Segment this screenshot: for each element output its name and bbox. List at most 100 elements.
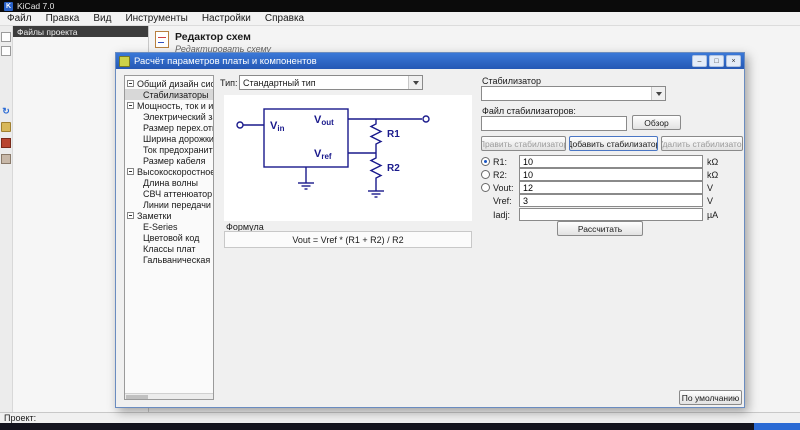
collapse-icon[interactable] bbox=[127, 80, 134, 87]
add-regulator-button[interactable]: Добавить стабилизатор bbox=[569, 136, 658, 151]
r1-input[interactable] bbox=[519, 155, 703, 168]
calculate-button[interactable]: Рассчитать bbox=[557, 221, 643, 236]
calculator-tree: Общий дизайн системы Стабилизаторы Мощно… bbox=[124, 75, 214, 400]
r2-radio[interactable] bbox=[481, 170, 490, 179]
ground-symbol bbox=[298, 183, 314, 189]
dialog-window-controls: – □ × bbox=[692, 55, 741, 67]
chevron-down-icon bbox=[651, 87, 665, 100]
tree-category-high-speed[interactable]: Высокоскоростное bbox=[125, 166, 213, 177]
ground-symbol-r2 bbox=[368, 191, 384, 197]
tree-item-fusing-current[interactable]: Ток предохранителя bbox=[125, 144, 213, 155]
menu-help[interactable]: Справка bbox=[258, 12, 311, 25]
vref-label: Vref bbox=[314, 148, 332, 161]
r1-resistor-symbol bbox=[371, 119, 381, 153]
tree-item-wavelength[interactable]: Длина волны bbox=[125, 177, 213, 188]
archive-project-icon[interactable] bbox=[1, 138, 11, 148]
regulator-type-combo[interactable]: Стандартный тип bbox=[239, 75, 423, 90]
browse-button[interactable]: Обзор bbox=[632, 115, 681, 130]
tree-item-cable-size[interactable]: Размер кабеля bbox=[125, 155, 213, 166]
tree-item-color-code[interactable]: Цветовой код bbox=[125, 232, 213, 243]
taskbar bbox=[0, 423, 800, 430]
document-icon[interactable] bbox=[1, 46, 11, 56]
regulator-group-label: Стабилизатор bbox=[482, 76, 541, 86]
vin-label: Vin bbox=[270, 120, 285, 133]
menu-edit[interactable]: Правка bbox=[39, 12, 87, 25]
vout-param-label: Vout: bbox=[493, 183, 519, 193]
param-row-r1: R1: kΩ bbox=[481, 155, 721, 168]
tree-horizontal-scrollbar[interactable] bbox=[125, 393, 213, 399]
scrollbar-thumb[interactable] bbox=[126, 395, 148, 399]
r2-resistor-symbol bbox=[371, 153, 381, 191]
regulator-file-input[interactable] bbox=[481, 116, 627, 131]
defaults-button[interactable]: По умолчанию bbox=[679, 390, 742, 405]
tree-item-via-size[interactable]: Размер перех.отв. bbox=[125, 122, 213, 133]
left-toolbar: ↻ bbox=[0, 26, 13, 412]
open-folder-icon[interactable] bbox=[1, 122, 11, 132]
formula-value: Vout = Vref * (R1 + R2) / R2 bbox=[224, 231, 472, 248]
vref-unit: V bbox=[703, 196, 721, 206]
param-row-vref: Vref: V bbox=[481, 194, 721, 207]
circuit-diagram-panel: Vin Vout Vref R1 R2 bbox=[224, 95, 472, 221]
file-icon[interactable] bbox=[1, 32, 11, 42]
window-title: KiCad 7.0 bbox=[17, 1, 54, 11]
output-terminal bbox=[423, 116, 429, 122]
maximize-icon[interactable]: □ bbox=[709, 55, 724, 67]
tree-category-general[interactable]: Общий дизайн системы bbox=[125, 78, 213, 89]
refresh-tree-icon[interactable]: ↻ bbox=[1, 106, 11, 116]
collapse-icon[interactable] bbox=[127, 212, 134, 219]
dialog-titlebar[interactable]: Расчёт параметров платы и компонентов – … bbox=[116, 53, 744, 69]
vout-input[interactable] bbox=[519, 181, 703, 194]
kicad-logo-icon: K bbox=[4, 2, 13, 11]
tree-item-galvanic-corrosion[interactable]: Гальваническая коррозия bbox=[125, 254, 213, 265]
iadj-param-label: Iadj: bbox=[493, 210, 519, 220]
dialog-title: Расчёт параметров платы и компонентов bbox=[134, 56, 317, 67]
param-row-iadj: Iadj: µA bbox=[481, 208, 721, 221]
menu-tools[interactable]: Инструменты bbox=[118, 12, 194, 25]
r1-label: R1 bbox=[387, 129, 400, 140]
r2-input[interactable] bbox=[519, 168, 703, 181]
r2-label: R2 bbox=[387, 163, 400, 174]
project-files-header: Файлы проекта bbox=[13, 26, 148, 37]
status-bar: Проект: bbox=[0, 412, 800, 423]
pcb-calculator-dialog: Расчёт параметров платы и компонентов – … bbox=[115, 52, 745, 408]
tree-item-electrical-spacing[interactable]: Электрический зазор bbox=[125, 111, 213, 122]
tree-item-transmission-lines[interactable]: Линии передачи bbox=[125, 199, 213, 210]
remove-regulator-button[interactable]: Удалить стабилизатор bbox=[661, 136, 743, 151]
regulator-file-label: Файл стабилизаторов: bbox=[482, 106, 576, 116]
regulator-select-combo[interactable] bbox=[481, 86, 666, 101]
r1-radio[interactable] bbox=[481, 157, 490, 166]
r2-param-label: R2: bbox=[493, 170, 519, 180]
vref-input[interactable] bbox=[519, 194, 703, 207]
window-titlebar: K KiCad 7.0 bbox=[0, 0, 800, 12]
input-terminal bbox=[237, 122, 243, 128]
iadj-input[interactable] bbox=[519, 208, 703, 221]
dialog-body: Общий дизайн системы Стабилизаторы Мощно… bbox=[116, 69, 744, 409]
tree-category-memo[interactable]: Заметки bbox=[125, 210, 213, 221]
unarchive-project-icon[interactable] bbox=[1, 154, 11, 164]
edit-regulator-button[interactable]: Править стабилизатор bbox=[481, 136, 566, 151]
close-icon[interactable]: × bbox=[726, 55, 741, 67]
tree-item-board-classes[interactable]: Классы плат bbox=[125, 243, 213, 254]
calculator-icon bbox=[119, 56, 130, 67]
menu-preferences[interactable]: Настройки bbox=[195, 12, 258, 25]
menu-view[interactable]: Вид bbox=[86, 12, 118, 25]
collapse-icon[interactable] bbox=[127, 102, 134, 109]
menu-file[interactable]: Файл bbox=[0, 12, 39, 25]
minimize-icon[interactable]: – bbox=[692, 55, 707, 67]
collapse-icon[interactable] bbox=[127, 168, 134, 175]
tree-item-regulators[interactable]: Стабилизаторы bbox=[125, 89, 213, 100]
vout-label: Vout bbox=[314, 114, 334, 127]
tree-item-track-width[interactable]: Ширина дорожки bbox=[125, 133, 213, 144]
vout-radio[interactable] bbox=[481, 183, 490, 192]
regulator-box bbox=[264, 109, 348, 167]
taskbar-active-app[interactable] bbox=[754, 423, 800, 430]
r1-unit: kΩ bbox=[703, 157, 721, 167]
tree-item-e-series[interactable]: E-Series bbox=[125, 221, 213, 232]
tree-item-rf-attenuator[interactable]: СВЧ аттенюатор bbox=[125, 188, 213, 199]
chevron-down-icon bbox=[408, 76, 422, 89]
regulator-circuit-diagram: Vin Vout Vref R1 R2 bbox=[224, 95, 472, 221]
tree-category-power[interactable]: Мощность, ток и изоляция bbox=[125, 100, 213, 111]
schematic-editor-title: Редактор схем bbox=[175, 31, 271, 43]
status-project-label: Проект: bbox=[4, 413, 36, 423]
param-row-vout: Vout: V bbox=[481, 181, 721, 194]
